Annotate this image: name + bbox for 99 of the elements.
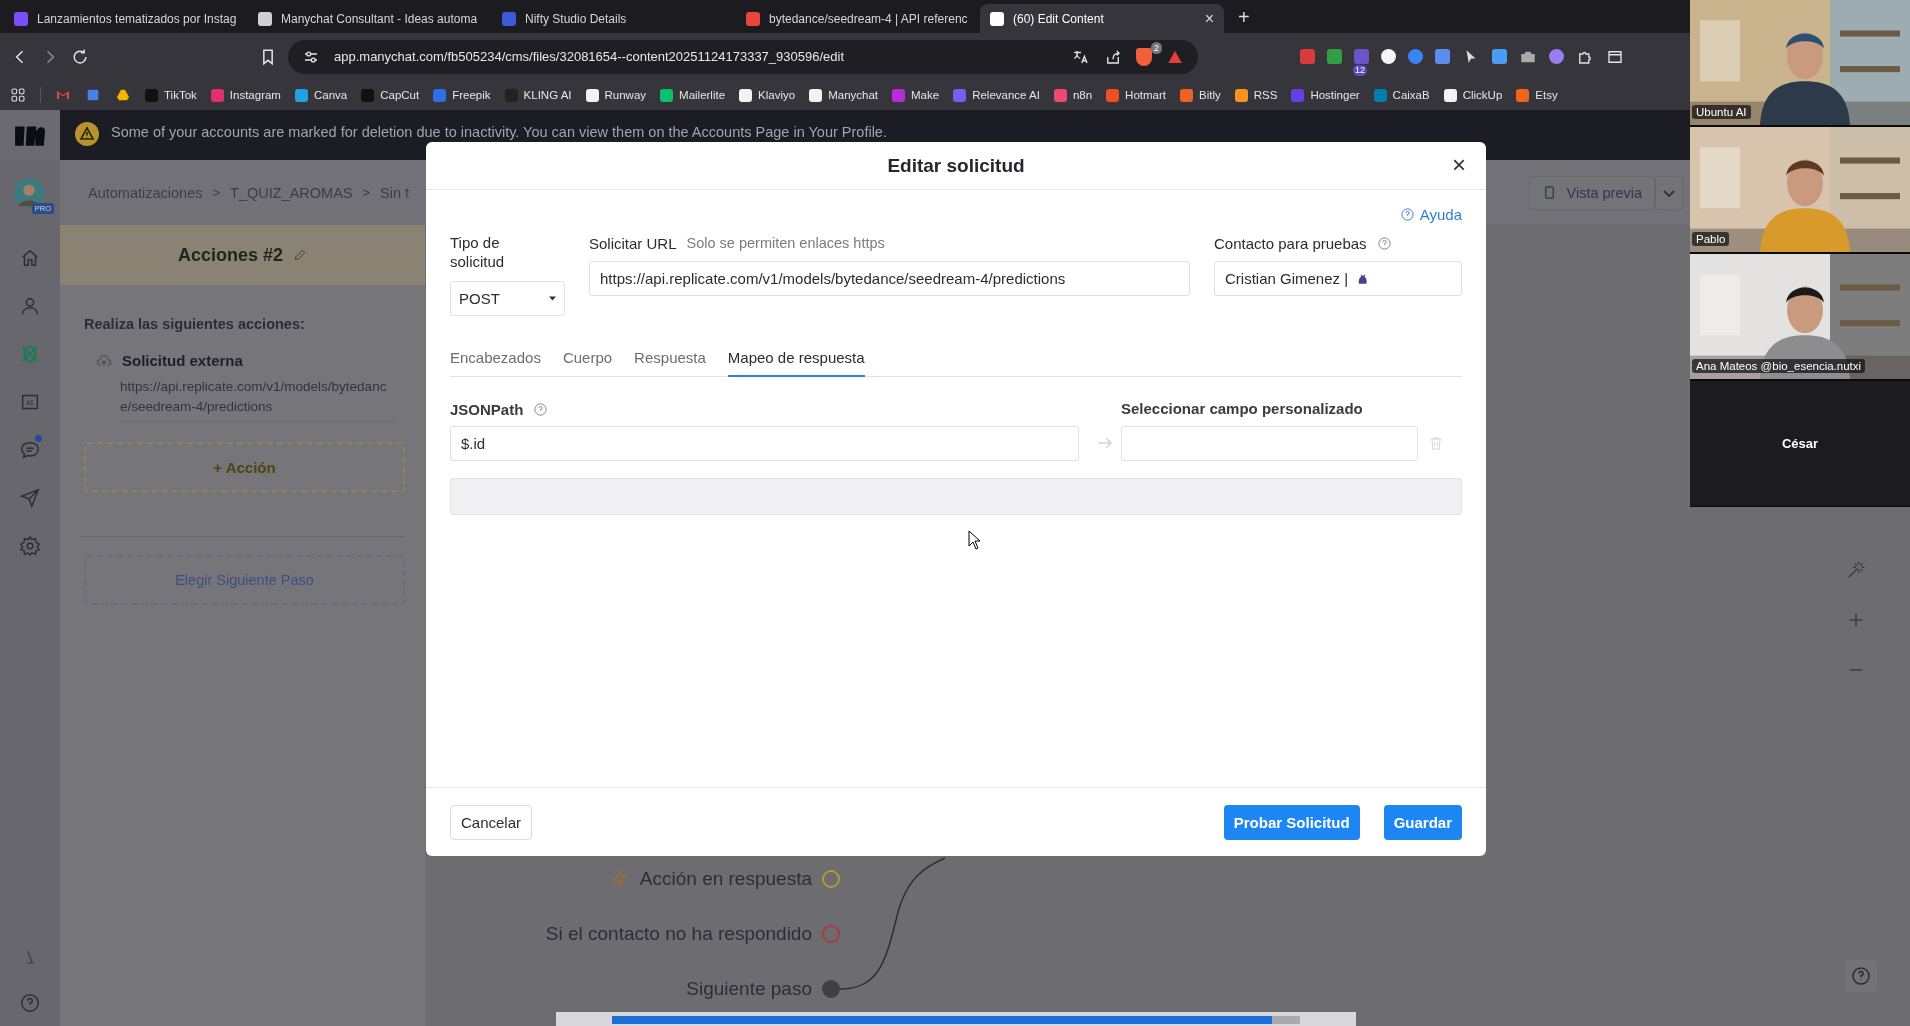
bookmark-link[interactable]: Instagram bbox=[210, 88, 281, 102]
bookmark-link[interactable]: Etsy bbox=[1516, 88, 1558, 102]
cursor-icon bbox=[968, 530, 982, 550]
bookmark-link[interactable]: ClickUp bbox=[1443, 88, 1503, 102]
output-label: Si el contacto no ha respondido bbox=[545, 923, 812, 945]
pencil-icon[interactable] bbox=[293, 248, 308, 262]
magic-wand-icon[interactable] bbox=[1845, 559, 1867, 581]
calendar-icon[interactable] bbox=[85, 87, 101, 103]
tab-title: Manychat Consultant - Ideas automa bbox=[281, 11, 479, 26]
field-hint: Solo se permiten enlaces https bbox=[686, 235, 885, 251]
help-icon[interactable] bbox=[19, 992, 41, 1014]
dialog-tab[interactable]: Encabezados bbox=[450, 349, 541, 377]
warning-icon bbox=[75, 122, 99, 146]
dialog-tab[interactable]: Respuesta bbox=[634, 349, 706, 377]
help-icon[interactable] bbox=[533, 401, 549, 417]
bookmark-link[interactable]: Make bbox=[892, 88, 940, 102]
tab-title: (60) Edit Content bbox=[1013, 11, 1105, 26]
cancel-button[interactable]: Cancelar bbox=[450, 804, 533, 840]
help-link[interactable]: Ayuda bbox=[1399, 206, 1462, 223]
avatar-icon[interactable] bbox=[14, 178, 44, 208]
dialog-tab[interactable]: Mapeo de respuesta bbox=[727, 349, 865, 377]
bookmark-link[interactable]: RSS bbox=[1234, 88, 1278, 102]
bookmark-link[interactable]: Relevance AI bbox=[953, 88, 1040, 102]
step-intro: Realiza las siguientes acciones: bbox=[84, 316, 306, 332]
logo-icon[interactable] bbox=[14, 123, 46, 147]
field-label: Tipo de solicitud bbox=[450, 233, 506, 272]
url-input[interactable]: https://api.replicate.com/v1/models/bytedance/seedream-4/predictions bbox=[589, 261, 1190, 296]
bookmark-link[interactable]: TikTok bbox=[145, 88, 197, 102]
participant-name: Ana Mateos @bio_esencia.nutxi bbox=[1692, 359, 1866, 373]
bookmark-link[interactable]: Klaviyo bbox=[739, 88, 796, 102]
dropdown-button[interactable] bbox=[1655, 175, 1683, 210]
step-title[interactable]: Acciones #2 bbox=[177, 244, 284, 266]
action-title[interactable]: Solicitud externa bbox=[122, 352, 243, 369]
participant-name: Pablo bbox=[1692, 232, 1730, 246]
chat-icon bbox=[19, 439, 41, 461]
save-button[interactable]: Guardar bbox=[1383, 804, 1462, 840]
participant-name: César bbox=[1780, 435, 1820, 452]
home-icon bbox=[19, 247, 41, 269]
help-icon[interactable] bbox=[1376, 235, 1392, 251]
breadcrumb-separator: > bbox=[362, 185, 371, 200]
bookmark-link[interactable]: Freepik bbox=[433, 88, 491, 102]
output-port[interactable] bbox=[822, 980, 840, 998]
bookmark-link[interactable]: CaixaB bbox=[1373, 88, 1430, 102]
browser-tab[interactable]: (60) Edit Content × bbox=[980, 4, 1224, 33]
extension-badge: 12 bbox=[1353, 65, 1367, 76]
warning-message: Some of your accounts are marked for deletion due to inactivity. You can view them on the Accounts Page in Your Profile. bbox=[111, 124, 887, 140]
action-url: https://api.replicate.com/v1/models/bytedance/seedream-4/predictions bbox=[120, 377, 395, 422]
close-tab-button[interactable]: × bbox=[1204, 9, 1214, 28]
bookmark-link[interactable]: Bitly bbox=[1180, 88, 1221, 102]
help-icon bbox=[1399, 207, 1415, 222]
browser-tab[interactable]: Lanzamientos tematizados por Instag bbox=[4, 4, 248, 33]
breadcrumb-separator: > bbox=[212, 185, 221, 200]
bookmark-link[interactable]: KLING AI bbox=[504, 88, 572, 102]
apps-grid-icon[interactable] bbox=[10, 87, 26, 103]
browser-tab[interactable]: Nifty Studio Details bbox=[492, 4, 736, 33]
bookmark-link[interactable]: Hostinger bbox=[1291, 88, 1360, 102]
caret-icon bbox=[549, 296, 556, 301]
output-label: Acción en respuesta bbox=[639, 868, 812, 890]
browser-tab[interactable]: Manychat Consultant - Ideas automa bbox=[248, 4, 492, 33]
field-label: Seleccionar campo personalizado bbox=[1121, 399, 1364, 419]
output-port[interactable] bbox=[822, 870, 840, 888]
participant-name: Ubuntu AI bbox=[1692, 105, 1751, 119]
bookmark-link[interactable]: Manychat bbox=[809, 88, 878, 102]
custom-field-select[interactable] bbox=[1121, 426, 1418, 461]
extension-icon[interactable] bbox=[1381, 49, 1396, 64]
tab-title: Nifty Studio Details bbox=[525, 11, 628, 26]
address-bar[interactable]: app.manychat.com/fb505234/cms/files/32081654--content20251124173337_930596/edit 2 bbox=[288, 39, 1198, 74]
trash-icon[interactable] bbox=[1428, 435, 1444, 451]
send-icon bbox=[19, 487, 41, 509]
close-button[interactable]: × bbox=[1452, 151, 1466, 179]
output-label: Siguiente paso bbox=[686, 978, 812, 1000]
bookmark-link[interactable]: Canva bbox=[294, 88, 348, 102]
bookmark-link[interactable]: Mailerlite bbox=[660, 88, 726, 102]
field-label: Contacto para pruebas bbox=[1214, 234, 1367, 252]
settings-icon bbox=[19, 535, 41, 557]
bookmark-link[interactable]: n8n bbox=[1053, 88, 1093, 102]
dialog-tab[interactable]: Cuerpo bbox=[562, 349, 613, 377]
bookmark-link[interactable]: Runway bbox=[585, 88, 647, 102]
browser-tab[interactable]: bytedance/seedream-4 | API referenc bbox=[736, 4, 980, 33]
test-request-button[interactable]: Probar Solicitud bbox=[1223, 804, 1360, 840]
person-icon bbox=[19, 295, 41, 317]
jsonpath-input[interactable]: $.id bbox=[450, 426, 1079, 461]
new-tab-button[interactable]: + bbox=[1238, 6, 1250, 29]
bookmark-link[interactable]: CapCut bbox=[361, 88, 420, 102]
tab-title: Lanzamientos tematizados por Instag bbox=[37, 11, 238, 26]
drive-icon[interactable] bbox=[115, 87, 131, 103]
help-icon[interactable] bbox=[1845, 960, 1877, 992]
request-type-select[interactable]: POST bbox=[450, 281, 565, 316]
field-label: JSONPath bbox=[450, 400, 524, 418]
field-label: Solicitar URL bbox=[589, 234, 677, 252]
shield-badge: 2 bbox=[1151, 41, 1162, 54]
atom-icon bbox=[19, 343, 41, 365]
contact-input[interactable]: Cristian Gimenez | bbox=[1214, 261, 1462, 296]
tab-title: bytedance/seedream-4 | API referenc bbox=[769, 11, 969, 26]
seek-bar[interactable] bbox=[612, 1016, 1300, 1024]
bookmark-link[interactable]: Hotmart bbox=[1106, 88, 1166, 102]
dialog-title: Editar solicitud bbox=[887, 154, 1025, 177]
cloud-upload-icon bbox=[96, 352, 112, 369]
shield-icon[interactable] bbox=[1136, 47, 1152, 66]
